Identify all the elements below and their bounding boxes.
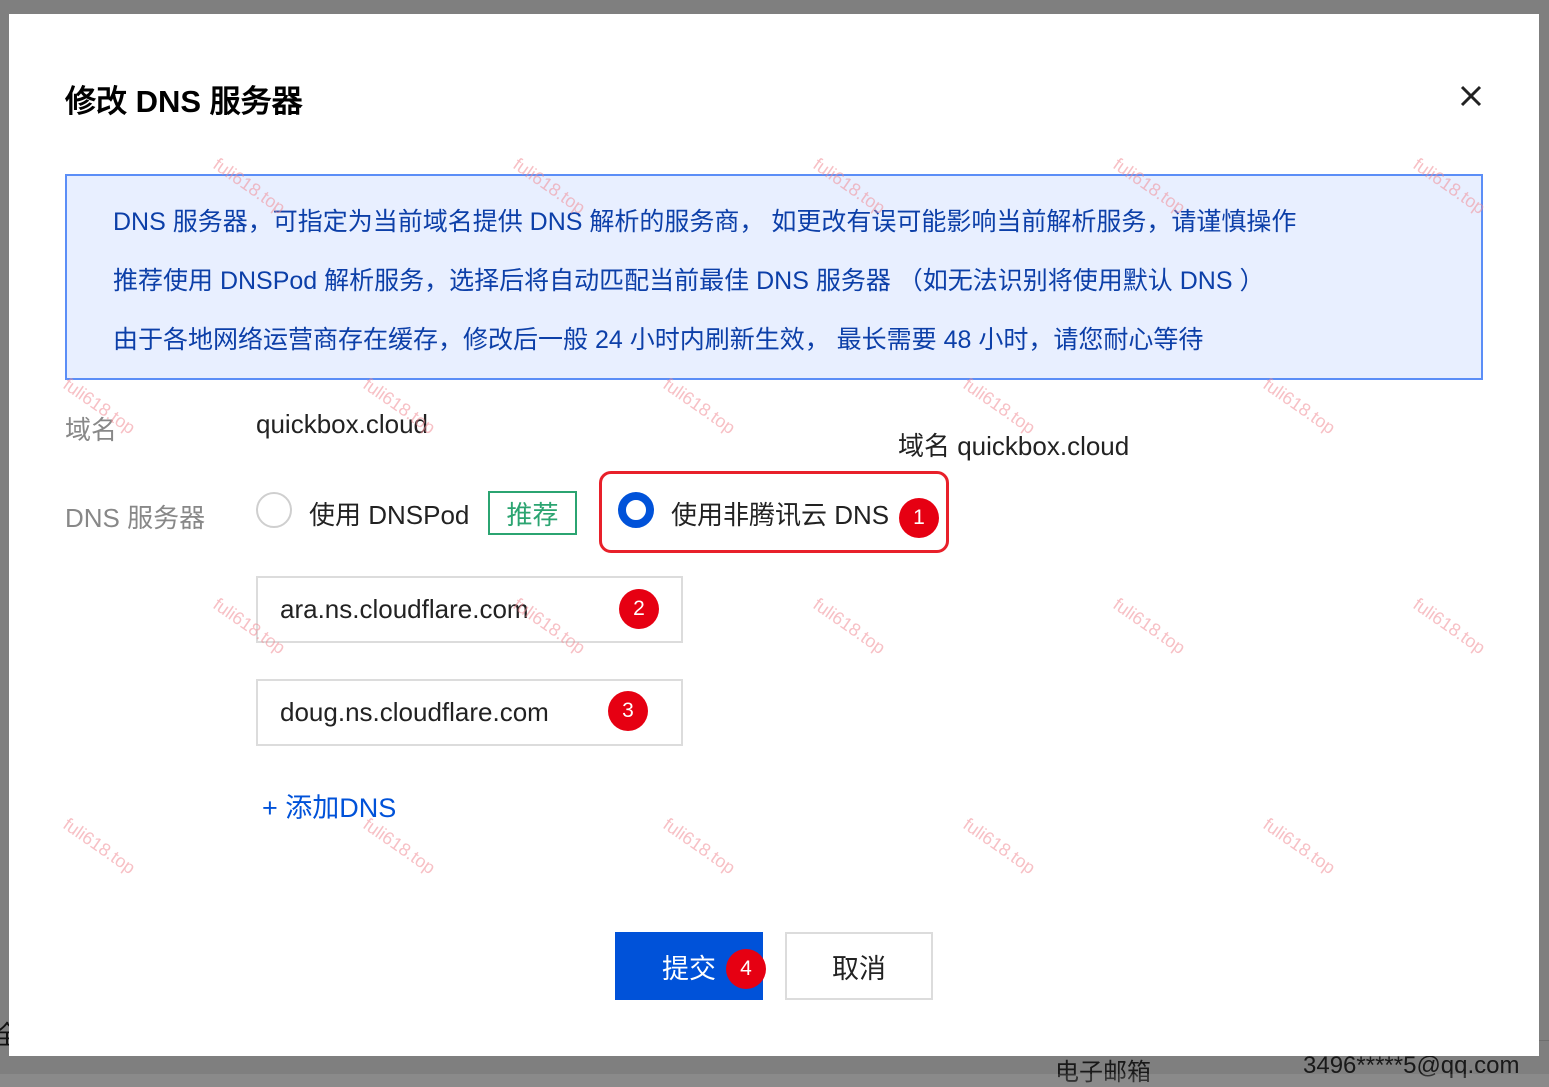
step-marker-3: 3 xyxy=(608,691,648,731)
notice-line: 由于各地网络运营商存在缓存，修改后一般 24 小时内刷新生效， 最长需要 48 … xyxy=(113,326,1204,354)
dns-server-label: DNS 服务器 xyxy=(65,503,206,533)
submit-button-label: 提交 xyxy=(662,953,716,984)
watermark-text: fuli618.top xyxy=(1259,374,1340,439)
step-marker-1: 1 xyxy=(899,498,939,538)
watermark-text: fuli618.top xyxy=(1409,594,1490,659)
cancel-button-label: 取消 xyxy=(832,953,886,984)
dns-server-input-value: ara.ns.cloudflare.com xyxy=(280,594,529,624)
radio-dnspod[interactable] xyxy=(256,492,292,528)
step-marker-2: 2 xyxy=(619,589,659,629)
dns-server-input-value: doug.ns.cloudflare.com xyxy=(280,697,549,727)
watermark-text: fuli618.top xyxy=(659,374,740,439)
radio-non-tencent-dns-label[interactable]: 使用非腾讯云 DNS xyxy=(671,495,889,532)
cancel-button[interactable]: 取消 xyxy=(785,932,933,1000)
watermark-text: fuli618.top xyxy=(809,594,890,659)
modify-dns-dialog: 修改 DNS 服务器 DNS 服务器，可指定为当前域名提供 DNS 解析的服务商… xyxy=(9,14,1539,1056)
recommend-badge: 推荐 xyxy=(488,491,577,535)
info-notice: DNS 服务器，可指定为当前域名提供 DNS 解析的服务商， 如更改有误可能影响… xyxy=(65,174,1483,380)
domain-label: 域名 xyxy=(65,415,118,445)
domain-value: quickbox.cloud xyxy=(256,409,428,439)
step-marker-4: 4 xyxy=(726,949,766,989)
close-icon[interactable] xyxy=(1453,78,1489,114)
dialog-title: 修改 DNS 服务器 xyxy=(65,84,303,119)
radio-non-tencent-dns[interactable] xyxy=(618,492,654,528)
add-dns-link[interactable]: + 添加DNS xyxy=(262,786,396,825)
watermark-text: fuli618.top xyxy=(659,814,740,879)
watermark-text: fuli618.top xyxy=(1259,814,1340,879)
watermark-text: fuli618.top xyxy=(59,814,140,879)
watermark-text: fuli618.top xyxy=(959,814,1040,879)
domain-annotation: 域名 quickbox.cloud xyxy=(898,431,1130,461)
notice-line: DNS 服务器，可指定为当前域名提供 DNS 解析的服务商， 如更改有误可能影响… xyxy=(113,208,1297,236)
radio-dnspod-label[interactable]: 使用 DNSPod xyxy=(309,495,469,532)
notice-line: 推荐使用 DNSPod 解析服务，选择后将自动匹配当前最佳 DNS 服务器 （如… xyxy=(113,267,1265,295)
watermark-text: fuli618.top xyxy=(1109,594,1190,659)
